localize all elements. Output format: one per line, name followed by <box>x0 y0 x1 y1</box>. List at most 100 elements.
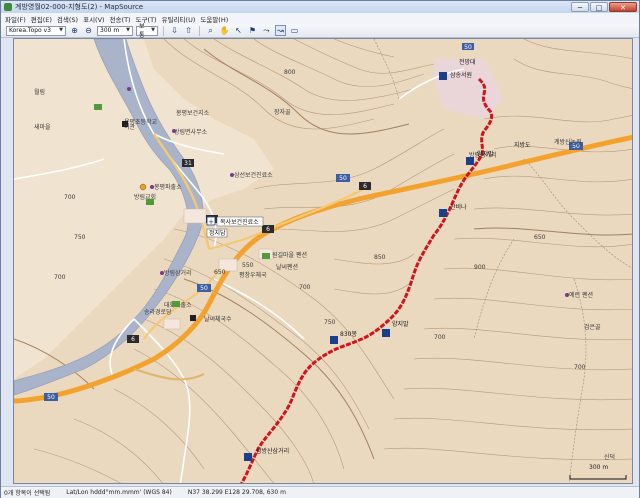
title-bar: 계방영월02-000-지형도(2) - MapSource ─ □ ✕ <box>1 1 639 13</box>
menu-transfer[interactable]: 전송(T) <box>110 14 131 24</box>
facility-label: 방림삼거리 <box>164 269 192 277</box>
gps-send-icon[interactable]: ⇧ <box>183 25 194 36</box>
hiker-icon[interactable] <box>439 72 447 80</box>
poi-dot[interactable] <box>565 293 569 297</box>
select-icon[interactable]: ↖ <box>233 25 244 36</box>
poi-label: 새마을 <box>34 123 51 131</box>
pan-icon[interactable]: ✋ <box>219 25 230 36</box>
waypoint-label: 양지말 <box>477 150 494 158</box>
park-icon[interactable] <box>262 253 270 259</box>
road-shield-label: 50 <box>200 285 208 292</box>
toolbar: Korea.Topo v3 ▼ ⊕ ⊖ 300 m ▼ 보통 ▼ ⇩ ⇧ ⌕ ✋ ↖ … <box>1 23 639 39</box>
track-icon[interactable]: ↝ <box>275 25 286 36</box>
cross-glyph: + <box>208 218 214 226</box>
chevron-down-icon: ▼ <box>151 27 155 33</box>
route-icon[interactable]: ⤳ <box>261 25 272 36</box>
zoom-tool-icon[interactable]: ⌕ <box>205 25 216 36</box>
hiker-icon[interactable] <box>330 336 338 344</box>
detail-value: 보통 <box>139 22 145 39</box>
topo-map[interactable]: 50 31 6 50 6 31 50 6 50 50 <box>14 39 633 484</box>
gps-receive-icon[interactable]: ⇩ <box>169 25 180 36</box>
poi-dot[interactable] <box>150 185 154 189</box>
contour-label: 700 <box>299 284 311 291</box>
hiker-icon[interactable] <box>382 329 390 337</box>
menu-utilities[interactable]: 유틸리티(U) <box>162 14 196 24</box>
contour-label: 750 <box>324 319 336 326</box>
facility-label: 방림면사무소 <box>174 128 208 136</box>
contour-label: 900 <box>474 264 486 271</box>
road-shield-label: 31 <box>184 160 192 167</box>
status-bar: 0개 항목이 선택됨 Lat/Lon hddd°mm.mmm' (WGS 84)… <box>1 486 639 498</box>
contour-label: 700 <box>434 334 446 341</box>
maximize-button[interactable]: □ <box>590 2 608 12</box>
facility-label: 날씨펜션 <box>276 263 298 271</box>
road-shield-label: 6 <box>363 183 367 190</box>
poi-label: 월림 <box>34 88 45 96</box>
road-shield-label: 6 <box>266 226 270 233</box>
cursor-position: N37 38.299 E128 29.708, 630 m <box>187 489 286 496</box>
poi-label: 여관 <box>124 123 136 131</box>
parking-icon[interactable] <box>139 183 147 191</box>
poi-dot[interactable] <box>172 129 176 133</box>
contour-label: 700 <box>574 364 586 371</box>
poi-label: 날씨체국수 <box>204 315 232 323</box>
zoom-in-icon[interactable]: ⊕ <box>69 25 80 36</box>
map-product-select[interactable]: Korea.Topo v3 ▼ <box>6 25 66 36</box>
map-view[interactable]: 50 31 6 50 6 31 50 6 50 50 <box>13 38 633 484</box>
menu-file[interactable]: 파일(F) <box>5 14 26 24</box>
scale-label: 300 m <box>589 464 608 471</box>
zoom-out-icon[interactable]: ⊖ <box>83 25 94 36</box>
menu-view[interactable]: 표시(V) <box>83 14 104 24</box>
contour-label: 550 <box>242 262 254 269</box>
park-icon[interactable] <box>172 301 180 307</box>
contour-label: 700 <box>54 274 66 281</box>
restaurant-icon[interactable] <box>190 315 196 321</box>
waypoint-label: 산비나 <box>450 203 467 211</box>
minimize-button[interactable]: ─ <box>571 2 589 12</box>
road-shield-label: 6 <box>131 336 135 343</box>
zoom-scale-value: 300 m <box>100 27 120 34</box>
highway-50-west <box>14 396 35 404</box>
waypoint-label: 지방도 <box>514 141 531 149</box>
zoom-scale-select[interactable]: 300 m ▼ <box>97 25 133 36</box>
coordinate-format: Lat/Lon hddd°mm.mmm' (WGS 84) <box>66 489 172 496</box>
facility-label: 계방산농원 <box>554 138 582 146</box>
waypoint-label: 삼송서원 <box>450 71 472 79</box>
window-controls: ─ □ ✕ <box>571 2 637 12</box>
facility-label: 봉평보건지소 <box>176 109 210 117</box>
selection-status: 0개 항목이 선택됨 <box>4 490 51 497</box>
facility-label: 평창우체국 <box>239 271 267 279</box>
poi-dot[interactable] <box>160 271 164 275</box>
hiker-icon[interactable] <box>244 453 252 461</box>
waypoint-label: 삼방산삼거리 <box>256 447 289 455</box>
toolbar-divider <box>199 25 200 36</box>
chevron-down-icon: ▼ <box>126 27 130 33</box>
park-icon[interactable] <box>146 199 154 205</box>
menu-help[interactable]: 도움말(H) <box>200 14 228 24</box>
poi-label: 검은골 <box>584 324 601 331</box>
poi-dot[interactable] <box>230 173 234 177</box>
mapsource-window: 계방영월02-000-지형도(2) - MapSource ─ □ ✕ 파일(F… <box>0 0 640 498</box>
contour-label: 750 <box>74 234 86 241</box>
hiker-icon[interactable] <box>439 209 447 217</box>
window-title: 계방영월02-000-지형도(2) - MapSource <box>15 3 144 11</box>
poi-label: 송라경로당 <box>144 308 172 316</box>
facility-label: 원길마을 펜션 <box>272 251 307 259</box>
detail-select[interactable]: 보통 ▼ <box>136 23 158 39</box>
facility-label: 예린 펜션 <box>569 291 593 299</box>
menu-bar: 파일(F) 편집(E) 검색(S) 표시(V) 전송(T) 도구(T) 유틸리티… <box>1 13 639 24</box>
chevron-down-icon: ▼ <box>59 27 63 33</box>
close-button[interactable]: ✕ <box>609 2 637 12</box>
waypoint-label: 양지말 <box>392 320 409 328</box>
measure-icon[interactable]: ▭ <box>289 25 300 36</box>
hiker-icon[interactable] <box>466 157 474 165</box>
app-icon <box>4 3 12 11</box>
menu-edit[interactable]: 편집(E) <box>31 14 52 24</box>
menu-find[interactable]: 검색(S) <box>57 14 78 24</box>
waypoint-icon[interactable]: ⚑ <box>247 25 258 36</box>
facility-label: 목사보건진료소 <box>220 218 259 226</box>
contour-label: 650 <box>534 234 546 241</box>
poi-dot[interactable] <box>127 87 131 91</box>
park-icon[interactable] <box>94 104 102 110</box>
waypoint-label: 830봉 <box>340 330 357 338</box>
